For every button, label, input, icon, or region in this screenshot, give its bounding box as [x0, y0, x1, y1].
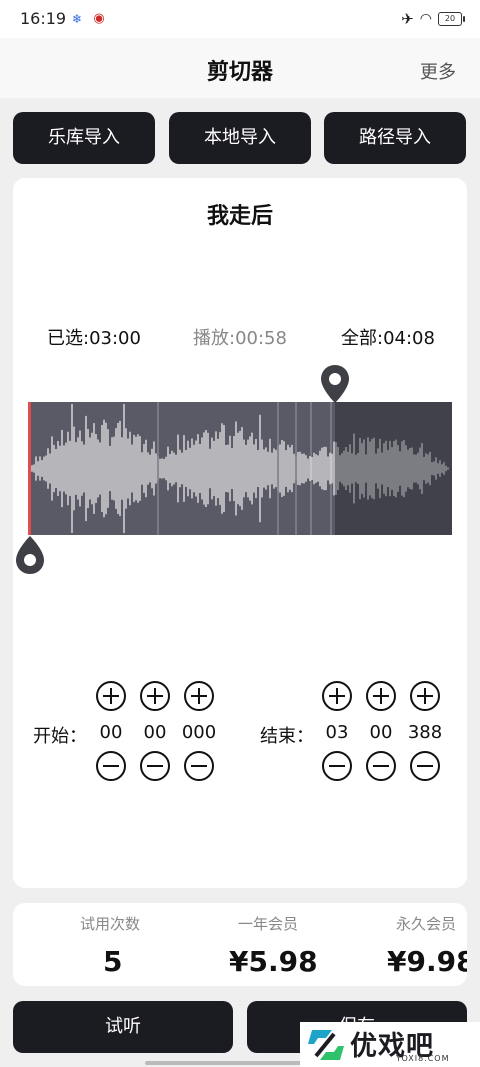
lifetime-member-price[interactable]: ¥9.98: [387, 945, 467, 978]
page-title: 剪切器: [206, 60, 273, 85]
selected-duration: 已选:03:00: [47, 328, 141, 349]
yearly-member-price[interactable]: ¥5.98: [229, 945, 318, 978]
start-seconds-minus-icon[interactable]: [139, 750, 171, 782]
trial-count-label: 试用次数: [80, 915, 141, 933]
local-import-button[interactable]: 本地导入: [169, 112, 311, 164]
start-millis-value: 000: [181, 722, 217, 743]
start-seconds-plus-icon[interactable]: [139, 680, 171, 712]
play-position: 播放:00:58: [193, 328, 287, 349]
end-millis-value: 388: [407, 722, 443, 743]
end-millis-plus-icon[interactable]: [409, 680, 441, 712]
battery-icon: 20: [438, 12, 465, 26]
weibo-icon: ◉: [93, 11, 105, 26]
start-minutes-minus-icon[interactable]: [95, 750, 127, 782]
start-seconds-value: 00: [143, 722, 167, 743]
more-button[interactable]: 更多: [420, 58, 456, 84]
waveform[interactable]: [28, 402, 452, 535]
airplane-mode-icon: ✈: [401, 10, 414, 28]
start-millis-plus-icon[interactable]: [183, 680, 215, 712]
start-minutes-value: 00: [99, 722, 123, 743]
lifetime-member-label[interactable]: 永久会员: [396, 913, 456, 934]
end-minutes-plus-icon[interactable]: [321, 680, 353, 712]
status-icons: ✈ ◠ 20: [401, 10, 465, 28]
end-label: 结束：: [260, 726, 314, 747]
song-title: 我走后: [206, 204, 273, 229]
end-seconds-value: 00: [369, 722, 393, 743]
start-millis-minus-icon[interactable]: [183, 750, 215, 782]
watermark-subtext: YOXI8.COM: [396, 1054, 450, 1063]
nav-bar: 剪切器 更多: [0, 38, 480, 98]
watermark-logo-icon: [308, 1030, 344, 1060]
end-minutes-value: 03: [325, 722, 349, 743]
end-minutes-minus-icon[interactable]: [321, 750, 353, 782]
end-marker-pin-icon[interactable]: [320, 364, 350, 404]
start-marker-line: [28, 402, 31, 535]
app-notification-icon: ❄: [71, 12, 83, 26]
start-label: 开始：: [33, 726, 87, 747]
wifi-icon: ◠: [419, 11, 432, 27]
trial-count-value: 5: [103, 945, 123, 978]
end-millis-minus-icon[interactable]: [409, 750, 441, 782]
total-duration: 全部:04:08: [341, 328, 435, 349]
end-seconds-minus-icon[interactable]: [365, 750, 397, 782]
preview-button[interactable]: 试听: [13, 1001, 233, 1053]
membership-stats: 试用次数 5 一年会员 ¥5.98 永久会员 ¥9.98: [13, 903, 467, 986]
editor-card: 我走后 已选:03:00 播放:00:58 全部:04:08 开始： 结束： 0…: [13, 178, 467, 888]
unselected-region: [335, 402, 452, 535]
status-time: 16:19: [20, 9, 67, 28]
end-seconds-plus-icon[interactable]: [365, 680, 397, 712]
path-import-button[interactable]: 路径导入: [324, 112, 466, 164]
music-library-import-button[interactable]: 乐库导入: [13, 112, 155, 164]
status-bar: 16:19 ❄ ◉ ✈ ◠ 20: [0, 0, 480, 38]
start-marker-pin-icon[interactable]: [15, 535, 45, 575]
watermark: 优戏吧 YOXI8.COM: [300, 1022, 480, 1067]
yearly-member-label[interactable]: 一年会员: [238, 913, 298, 934]
start-minutes-plus-icon[interactable]: [95, 680, 127, 712]
